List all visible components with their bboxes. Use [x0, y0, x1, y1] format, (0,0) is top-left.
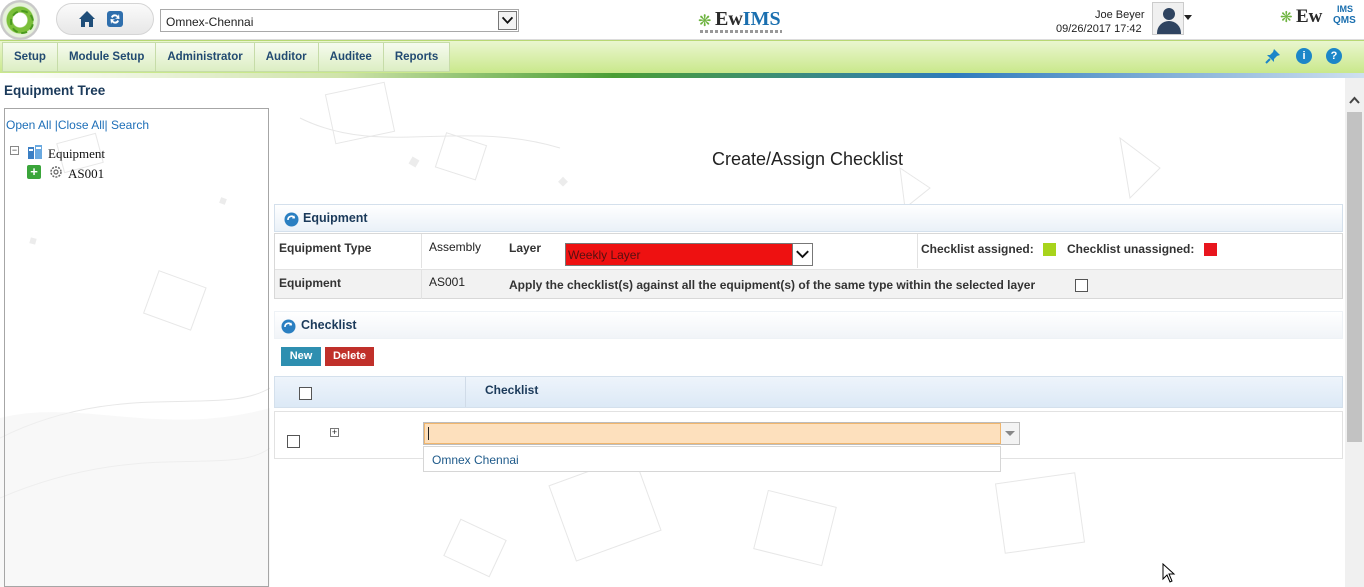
text-caret: [428, 427, 429, 440]
scrollbar-thumb[interactable]: [1347, 112, 1362, 442]
equipment-label: Equipment: [279, 276, 341, 290]
chevron-down-icon[interactable]: [1001, 423, 1019, 444]
layer-select-value: Weekly Layer: [568, 248, 641, 262]
cell-divider: [421, 234, 422, 268]
cell-divider: [917, 234, 918, 268]
home-icon[interactable]: [78, 10, 96, 28]
flower-icon: ❋: [698, 13, 712, 30]
ewqms-logo: ❋ Ew IMS QMS: [1280, 5, 1360, 33]
site-select[interactable]: Omnex-Chennai: [160, 9, 519, 32]
user-name: Joe Beyer: [1095, 9, 1145, 21]
menu-reports[interactable]: Reports: [384, 43, 449, 71]
select-all-checkbox[interactable]: [299, 387, 312, 400]
collapse-node-icon[interactable]: −: [10, 146, 19, 155]
new-button[interactable]: New: [281, 347, 321, 366]
main-menu-bar: Setup Module Setup Administrator Auditor…: [0, 40, 1364, 73]
search-link[interactable]: Search: [111, 118, 149, 132]
equipment-type-label: Equipment Type: [279, 241, 372, 255]
brand-ew-text: Ew: [715, 8, 743, 30]
menu-auditor[interactable]: Auditor: [255, 43, 319, 71]
apply-checklist-checkbox[interactable]: [1075, 279, 1088, 292]
checklist-combo-dropdown: Omnex Chennai: [423, 446, 1001, 472]
checklist-section-title: Checklist: [301, 318, 357, 332]
page: Omnex-Chennai ❋ EwIMS Joe Beyer 09/26/20…: [0, 0, 1364, 587]
scroll-up-icon[interactable]: [1345, 92, 1364, 108]
checklist-column-header[interactable]: Checklist: [485, 383, 538, 397]
equipment-row-1: Equipment Type Assembly Layer Weekly Lay…: [275, 234, 1342, 268]
close-all-link[interactable]: Close All: [58, 118, 105, 132]
assigned-color-swatch: [1043, 243, 1056, 256]
open-all-link[interactable]: Open All: [6, 118, 51, 132]
gear-icon: [50, 166, 62, 178]
top-header: Omnex-Chennai ❋ EwIMS Joe Beyer 09/26/20…: [0, 0, 1364, 40]
menu-administrator[interactable]: Administrator: [156, 43, 255, 71]
column-divider: [465, 377, 466, 407]
delete-button[interactable]: Delete: [325, 347, 374, 366]
app-logo[interactable]: [0, 0, 40, 40]
avatar-head: [1163, 8, 1175, 20]
site-select-value: Omnex-Chennai: [166, 15, 254, 29]
checklist-combo-input[interactable]: [424, 423, 1001, 444]
checklist-unassigned-label: Checklist unassigned:: [1067, 242, 1195, 256]
checklist-section-header: Checklist: [274, 311, 1343, 339]
brand-tagline-graphic: [700, 30, 782, 33]
pin-icon[interactable]: [1264, 47, 1282, 65]
cell-divider: [421, 270, 422, 299]
refresh-section-icon: [281, 319, 296, 334]
menu-underline: [0, 73, 1364, 78]
expand-row-icon[interactable]: +: [330, 428, 339, 437]
menu-module-setup[interactable]: Module Setup: [58, 43, 157, 71]
equipment-tree-panel: Open All |Close All| Search − Equipment …: [4, 108, 269, 587]
menu-auditee[interactable]: Auditee: [319, 43, 384, 71]
unassigned-color-swatch: [1204, 243, 1217, 256]
apply-checklist-text: Apply the checklist(s) against all the e…: [509, 278, 1036, 292]
avatar-body: [1157, 21, 1181, 34]
tree-node-as001[interactable]: AS001: [68, 166, 104, 182]
user-datetime: 09/26/2017 17:42: [1056, 23, 1142, 35]
checklist-assigned-label: Checklist assigned:: [921, 242, 1034, 256]
tree-links: Open All |Close All| Search: [6, 118, 149, 132]
help-icon[interactable]: ?: [1326, 48, 1342, 64]
brand-right-sub: QMS: [1333, 15, 1356, 26]
menu-setup[interactable]: Setup: [3, 43, 58, 71]
checklist-grid-header: Checklist: [274, 376, 1343, 408]
brand-right-ew-text: Ew: [1296, 6, 1323, 27]
tree-node-equipment[interactable]: Equipment: [48, 146, 105, 162]
caret-down-icon[interactable]: [1184, 15, 1192, 20]
mouse-cursor-icon: [1162, 563, 1176, 583]
layer-select[interactable]: Weekly Layer: [565, 243, 813, 266]
equipment-section-title: Equipment: [303, 211, 368, 225]
brand-right-sup: IMS: [1337, 4, 1354, 14]
refresh-section-icon: [284, 212, 299, 227]
ewims-logo: ❋ EwIMS: [698, 8, 784, 34]
main-menu: Setup Module Setup Administrator Auditor…: [2, 42, 451, 72]
page-title: Create/Assign Checklist: [711, 149, 904, 169]
equipment-section-header: Equipment: [274, 204, 1343, 232]
brand-ims-text: IMS: [742, 8, 781, 30]
equipment-value: AS001: [429, 275, 466, 289]
nav-pill: [56, 3, 154, 35]
link-separator: |: [104, 118, 108, 132]
row-checkbox[interactable]: [287, 435, 300, 448]
combo-option[interactable]: Omnex Chennai: [432, 453, 519, 467]
flower-icon: ❋: [1280, 9, 1293, 26]
equipment-folder-icon: [28, 145, 42, 159]
chevron-down-icon[interactable]: [792, 244, 812, 265]
checklist-combobox[interactable]: [423, 422, 1020, 445]
layer-label: Layer: [509, 241, 542, 255]
equipment-details-table: Equipment Type Assembly Layer Weekly Lay…: [274, 233, 1343, 299]
info-icon[interactable]: i: [1296, 48, 1312, 64]
refresh-icon[interactable]: [106, 10, 124, 28]
user-avatar-icon[interactable]: [1152, 2, 1184, 35]
equipment-row-2: Equipment AS001 Apply the checklist(s) a…: [275, 269, 1342, 299]
equipment-type-value: Assembly: [429, 240, 482, 254]
add-node-icon[interactable]: +: [27, 165, 41, 179]
chevron-down-icon[interactable]: [498, 11, 517, 30]
equipment-tree-title: Equipment Tree: [4, 83, 106, 98]
